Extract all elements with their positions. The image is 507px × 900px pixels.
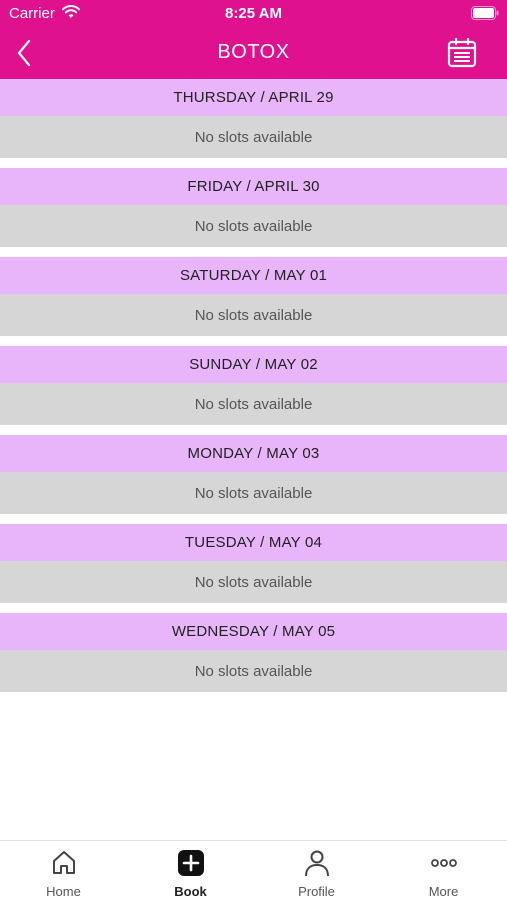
day-block: TUESDAY / MAY 04 No slots available bbox=[0, 524, 507, 613]
tab-book[interactable]: Book bbox=[127, 841, 254, 900]
tab-label: More bbox=[428, 884, 459, 899]
home-icon bbox=[52, 851, 75, 874]
day-list: THURSDAY / APRIL 29 No slots available F… bbox=[0, 79, 507, 702]
day-header: MONDAY / MAY 03 bbox=[0, 435, 507, 472]
no-slots-message: No slots available bbox=[0, 294, 507, 336]
day-header: SUNDAY / MAY 02 bbox=[0, 346, 507, 383]
day-header: TUESDAY / MAY 04 bbox=[0, 524, 507, 561]
battery-icon bbox=[471, 6, 499, 20]
day-block: FRIDAY / APRIL 30 No slots available bbox=[0, 168, 507, 257]
calendar-button[interactable] bbox=[446, 37, 478, 69]
no-slots-message: No slots available bbox=[0, 205, 507, 247]
tab-label: Home bbox=[46, 884, 81, 899]
no-slots-message: No slots available bbox=[0, 561, 507, 603]
day-header: WEDNESDAY / MAY 05 bbox=[0, 613, 507, 650]
day-block: THURSDAY / APRIL 29 No slots available bbox=[0, 79, 507, 168]
tab-more[interactable]: More bbox=[380, 841, 507, 900]
status-time: 8:25 AM bbox=[225, 5, 282, 22]
day-header: THURSDAY / APRIL 29 bbox=[0, 79, 507, 116]
tab-home[interactable]: Home bbox=[0, 841, 127, 900]
divider bbox=[0, 425, 507, 435]
page-title: BOTOX bbox=[217, 41, 290, 63]
day-header: FRIDAY / APRIL 30 bbox=[0, 168, 507, 205]
divider bbox=[0, 603, 507, 613]
day-block: SUNDAY / MAY 02 No slots available bbox=[0, 346, 507, 435]
more-dots-icon bbox=[430, 859, 457, 867]
no-slots-message: No slots available bbox=[0, 116, 507, 158]
no-slots-message: No slots available bbox=[0, 383, 507, 425]
divider bbox=[0, 247, 507, 257]
no-slots-message: No slots available bbox=[0, 650, 507, 692]
person-icon bbox=[304, 850, 329, 877]
nav-bar: BOTOX bbox=[0, 28, 507, 79]
day-block: WEDNESDAY / MAY 05 No slots available bbox=[0, 613, 507, 702]
calendar-icon bbox=[447, 37, 477, 68]
divider bbox=[0, 336, 507, 346]
plus-square-icon bbox=[177, 850, 204, 876]
day-block: MONDAY / MAY 03 No slots available bbox=[0, 435, 507, 524]
no-slots-message: No slots available bbox=[0, 472, 507, 514]
tab-label: Profile bbox=[298, 884, 335, 899]
tab-bar: Home Book Profile More bbox=[0, 840, 507, 900]
day-header: SATURDAY / MAY 01 bbox=[0, 257, 507, 294]
day-block: SATURDAY / MAY 01 No slots available bbox=[0, 257, 507, 346]
tab-profile[interactable]: Profile bbox=[253, 841, 380, 900]
status-bar: Carrier 8:25 AM bbox=[0, 0, 507, 28]
divider bbox=[0, 514, 507, 524]
tab-label: Book bbox=[174, 884, 207, 899]
divider bbox=[0, 158, 507, 168]
